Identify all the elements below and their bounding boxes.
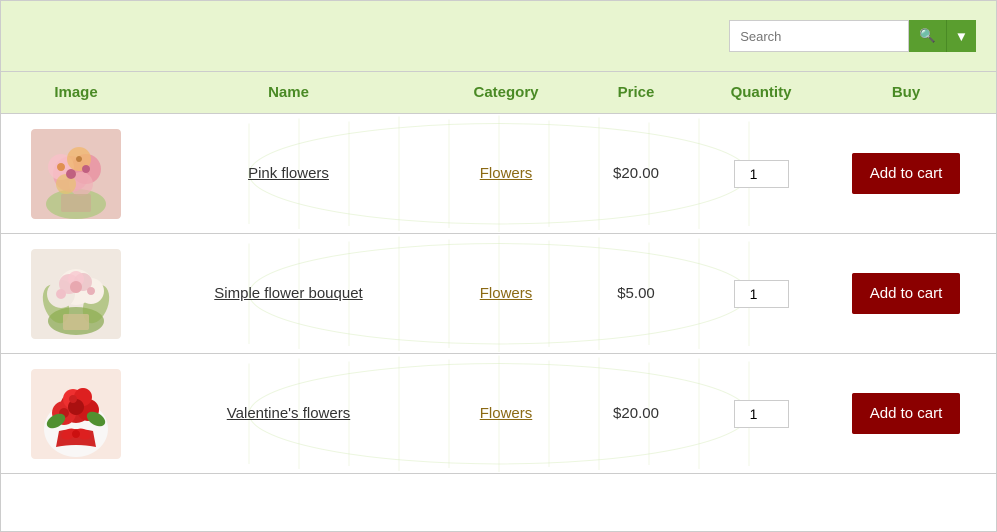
cell-name-1: Pink flowers [141, 165, 436, 183]
search-button[interactable]: 🔍 [909, 20, 946, 52]
search-icon: 🔍 [919, 28, 936, 44]
column-header-price: Price [576, 84, 696, 101]
add-to-cart-button-2[interactable]: Add to cart [852, 273, 961, 314]
product-image-valentine [31, 369, 121, 459]
cell-category-2: Flowers [436, 285, 576, 303]
product-image-simple [31, 249, 121, 339]
search-input[interactable] [729, 20, 909, 52]
quantity-input-2[interactable] [734, 280, 789, 308]
cell-buy-3: Add to cart [826, 393, 986, 434]
column-header-category: Category [436, 84, 576, 101]
cell-buy-1: Add to cart [826, 153, 986, 194]
header: 🔍 ▼ [1, 1, 996, 71]
product-image-pink [31, 129, 121, 219]
cell-buy-2: Add to cart [826, 273, 986, 314]
column-header-image: Image [11, 84, 141, 101]
column-header-quantity: Quantity [696, 84, 826, 101]
quantity-input-3[interactable] [734, 400, 789, 428]
quantity-input-1[interactable] [734, 160, 789, 188]
app-container: 🔍 ▼ Image Name Category Price Quantity B… [0, 0, 997, 532]
add-to-cart-button-1[interactable]: Add to cart [852, 153, 961, 194]
cell-quantity-2 [696, 280, 826, 308]
cell-price-3: $20.00 [576, 405, 696, 422]
cell-name-3: Valentine's flowers [141, 405, 436, 423]
cell-image-2 [11, 249, 141, 339]
chevron-down-icon: ▼ [955, 29, 968, 44]
cell-quantity-1 [696, 160, 826, 188]
cell-name-2: Simple flower bouquet [141, 285, 436, 303]
product-category-link-3[interactable]: Flowers [480, 405, 533, 422]
cell-quantity-3 [696, 400, 826, 428]
cell-price-2: $5.00 [576, 285, 696, 302]
table-header: Image Name Category Price Quantity Buy [1, 71, 996, 114]
product-name-link-3[interactable]: Valentine's flowers [227, 405, 350, 422]
cell-category-3: Flowers [436, 405, 576, 423]
cell-category-1: Flowers [436, 165, 576, 183]
column-header-buy: Buy [826, 84, 986, 101]
table-row: Valentine's flowers Flowers $20.00 Add t… [1, 354, 996, 474]
product-name-link-1[interactable]: Pink flowers [248, 165, 329, 182]
table-row: Simple flower bouquet Flowers $5.00 Add … [1, 234, 996, 354]
cell-image-3 [11, 369, 141, 459]
cell-price-1: $20.00 [576, 165, 696, 182]
product-category-link-1[interactable]: Flowers [480, 165, 533, 182]
table-row: Pink flowers Flowers $20.00 Add to cart [1, 114, 996, 234]
product-name-link-2[interactable]: Simple flower bouquet [214, 285, 362, 302]
search-dropdown-button[interactable]: ▼ [946, 20, 976, 52]
column-header-name: Name [141, 84, 436, 101]
add-to-cart-button-3[interactable]: Add to cart [852, 393, 961, 434]
search-wrapper: 🔍 ▼ [729, 20, 976, 52]
product-category-link-2[interactable]: Flowers [480, 285, 533, 302]
cell-image-1 [11, 129, 141, 219]
